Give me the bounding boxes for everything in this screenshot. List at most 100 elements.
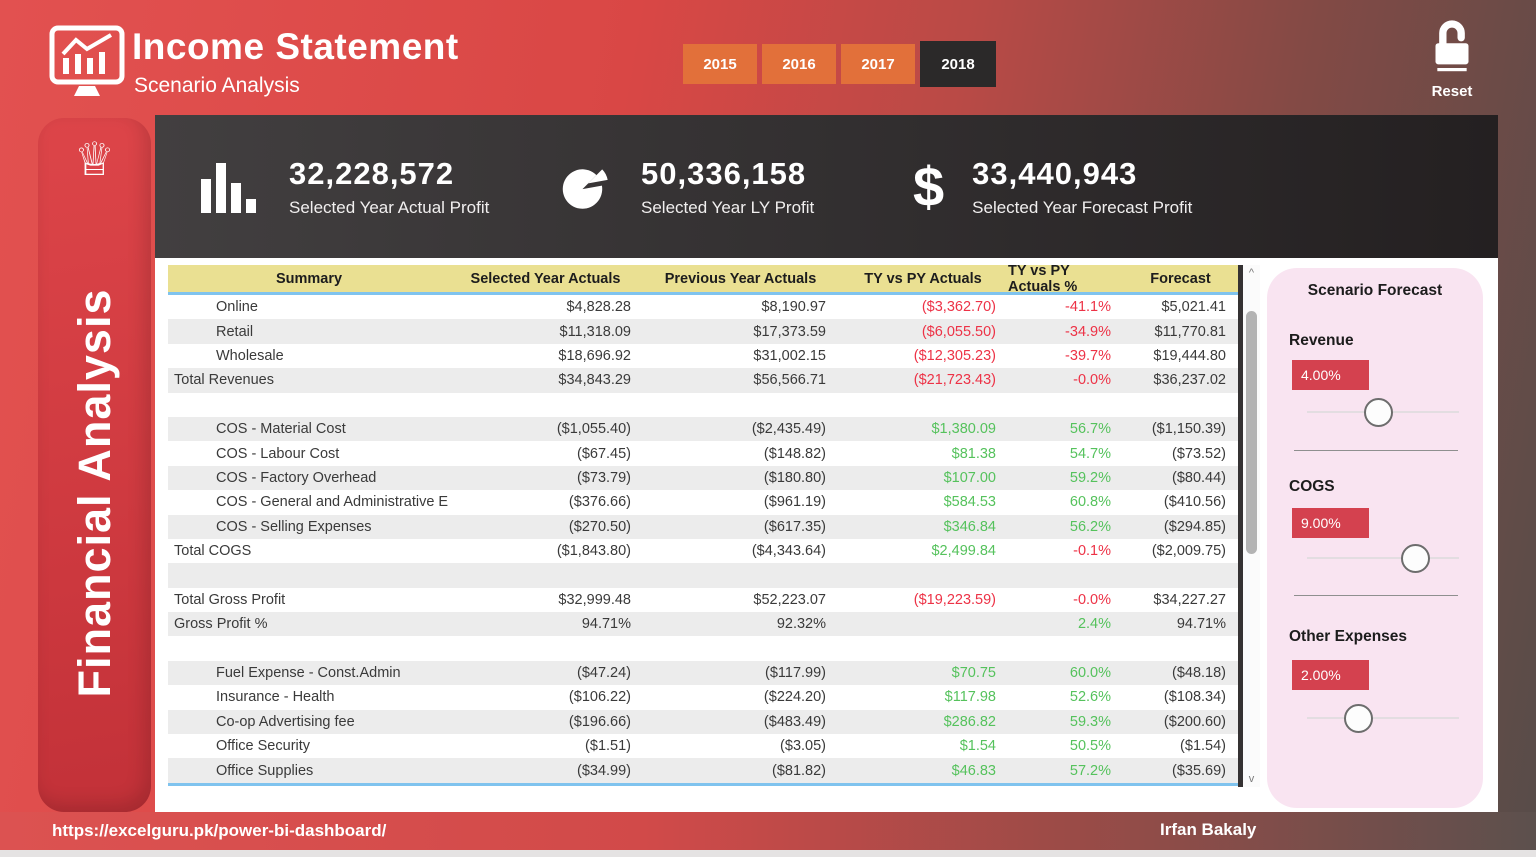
other-expenses-slider-track[interactable] (1307, 717, 1459, 719)
open-lock-icon (1435, 20, 1469, 72)
kpi-label: Selected Year Actual Profit (289, 197, 490, 217)
kpi-value: 33,440,943 (972, 155, 1138, 191)
table-row[interactable]: Office Security ($1.51) ($3.05) $1.54 50.5% (… (168, 734, 1238, 759)
row-label: COS - Labour Cost (216, 445, 340, 462)
cogs-slider-label: COGS (1289, 478, 1335, 495)
row-value: ($200.60) (1163, 713, 1226, 730)
revenue-slider-label: Revenue (1289, 332, 1354, 349)
year-button-2016[interactable]: 2016 (762, 44, 836, 84)
row-value: ($148.82) (763, 445, 826, 462)
row-value: 57.2% (1069, 762, 1111, 779)
row-value: ($376.66) (568, 494, 631, 511)
column-header-forecast[interactable]: Forecast (1123, 265, 1238, 292)
sidebar-financial-analysis: ♕ Financial Analysis (38, 118, 151, 812)
row-value: 52.6% (1069, 689, 1111, 706)
row-value: $8,190.97 (761, 299, 826, 316)
row-value: ($224.20) (763, 689, 826, 706)
row-value: 54.7% (1069, 445, 1111, 462)
table-spacer-row (168, 392, 1238, 417)
row-value: $346.84 (943, 518, 996, 535)
sidebar-title: Financial Analysis (68, 288, 120, 698)
table-row[interactable]: Total Gross Profit $32,999.48 $52,223.07 ($… (168, 587, 1238, 613)
table-row[interactable]: COS - Labour Cost ($67.45) ($148.82) $81.38… (168, 441, 1238, 466)
column-header-previous-year-actuals[interactable]: Previous Year Actuals (643, 265, 838, 292)
table-row[interactable]: Fuel Expense - Const.Admin ($47.24) ($117.… (168, 660, 1238, 686)
panel-divider (1294, 595, 1458, 596)
row-value: $286.82 (943, 713, 996, 730)
table-row[interactable]: Total Revenues $34,843.29 $56,566.71 ($21,7… (168, 368, 1238, 393)
row-value: ($73.52) (1171, 445, 1226, 462)
table-row[interactable]: Office Supplies ($34.99) ($81.82) $46.83 57.… (168, 758, 1238, 783)
reset-button[interactable]: Reset (1420, 18, 1484, 100)
table-row[interactable]: Co-op Advertising fee ($196.66) ($483.49) $… (168, 709, 1238, 735)
row-value: $56,566.71 (753, 372, 826, 389)
table-row[interactable]: COS - Factory Overhead ($73.79) ($180.80) $… (168, 465, 1238, 491)
row-value: ($73.79) (576, 469, 631, 486)
row-value: ($81.82) (771, 762, 826, 779)
table-scrollbar[interactable]: ^ v (1243, 265, 1260, 787)
column-header-ty-vs-py-actuals[interactable]: TY vs PY Actuals (838, 265, 1008, 292)
table-row[interactable]: COS - Material Cost ($1,055.40) ($2,435.49… (168, 416, 1238, 442)
column-header-ty-vs-py-actuals-pct[interactable]: TY vs PY Actuals % (1008, 263, 1123, 295)
row-label: Fuel Expense - Const.Admin (216, 665, 401, 682)
row-value: $34,843.29 (558, 372, 631, 389)
scroll-up-arrow-icon[interactable]: ^ (1243, 267, 1260, 279)
table-row[interactable]: Wholesale $18,696.92 $31,002.15 ($12,305.23… (168, 343, 1238, 369)
row-value: $70.75 (951, 665, 996, 682)
row-value: ($21,723.43) (913, 372, 996, 389)
year-button-2015[interactable]: 2015 (683, 44, 757, 84)
row-value: $46.83 (951, 762, 996, 779)
scrollbar-thumb[interactable] (1246, 311, 1257, 554)
table-row[interactable]: Online $4,828.28 $8,190.97 ($3,362.70) -41.1… (168, 295, 1238, 320)
table-row[interactable]: Gross Profit % 94.71% 92.32% 2.4% 94.71% (168, 612, 1238, 637)
year-button-2018-selected[interactable]: 2018 (920, 41, 996, 87)
revenue-slider-handle[interactable] (1364, 398, 1393, 427)
row-value: ($1.51) (585, 738, 631, 755)
row-value: ($1,843.80) (556, 543, 631, 560)
table-row[interactable]: Retail $11,318.09 $17,373.59 ($6,055.50) -34… (168, 319, 1238, 344)
footer-url-link[interactable]: https://excelguru.pk/power-bi-dashboard/ (52, 821, 386, 841)
scroll-down-arrow-icon[interactable]: v (1243, 773, 1260, 785)
footer-bar: https://excelguru.pk/power-bi-dashboard/… (0, 812, 1536, 850)
row-value: ($3.05) (780, 738, 826, 755)
year-button-2017[interactable]: 2017 (841, 44, 915, 84)
row-value: ($961.19) (763, 494, 826, 511)
table-row[interactable]: Total COGS ($1,843.80) ($4,343.64) $2,499.8… (168, 538, 1238, 564)
column-header-summary[interactable]: Summary (168, 265, 448, 292)
table-row[interactable]: Insurance - Health ($106.22) ($224.20) $117… (168, 685, 1238, 710)
scenario-panel-title: Scenario Forecast (1307, 282, 1443, 299)
table-row[interactable]: COS - General and Administrative Ex... ($… (168, 490, 1238, 515)
row-label: Online (216, 299, 258, 316)
kpi-label: Selected Year LY Profit (641, 197, 815, 217)
cogs-value-box[interactable]: 9.00% (1292, 508, 1369, 538)
row-value: ($106.22) (568, 689, 631, 706)
row-value: $36,237.02 (1153, 372, 1226, 389)
table-body: Online $4,828.28 $8,190.97 ($3,362.70) -41.1… (168, 295, 1238, 786)
pie-chart-icon (557, 156, 613, 217)
other-expenses-slider-handle[interactable] (1344, 704, 1373, 733)
row-value: -0.1% (1073, 543, 1111, 560)
row-value: ($1,150.39) (1151, 421, 1226, 438)
row-value: 94.71% (1176, 616, 1226, 633)
row-label: Co-op Advertising fee (216, 713, 355, 730)
reset-label: Reset (1431, 83, 1473, 100)
row-value: $1.54 (959, 738, 996, 755)
cogs-slider-handle[interactable] (1401, 544, 1430, 573)
row-value: 2.4% (1077, 616, 1111, 633)
row-label: COS - Selling Expenses (216, 518, 372, 535)
other-expenses-value-box[interactable]: 2.00% (1292, 660, 1369, 690)
row-value: ($117.99) (765, 665, 826, 682)
kpi-value: 50,336,158 (641, 155, 807, 191)
row-value: 56.7% (1069, 421, 1111, 438)
column-header-selected-year-actuals[interactable]: Selected Year Actuals (448, 265, 643, 292)
revenue-value-box[interactable]: 4.00% (1292, 360, 1369, 390)
row-value: ($47.24) (576, 665, 631, 682)
table-row[interactable]: COS - Selling Expenses ($270.50) ($617.35)… (168, 514, 1238, 539)
scenario-forecast-panel: Scenario Forecast Revenue 4.00% COGS 9.0… (1267, 268, 1483, 808)
cogs-slider-track[interactable] (1307, 557, 1459, 559)
row-value: 50.5% (1069, 738, 1111, 755)
row-label: Office Supplies (216, 762, 314, 779)
row-label: Total COGS (174, 543, 252, 560)
row-value: ($6,055.50) (921, 323, 996, 340)
row-value: ($19,223.59) (913, 591, 996, 608)
